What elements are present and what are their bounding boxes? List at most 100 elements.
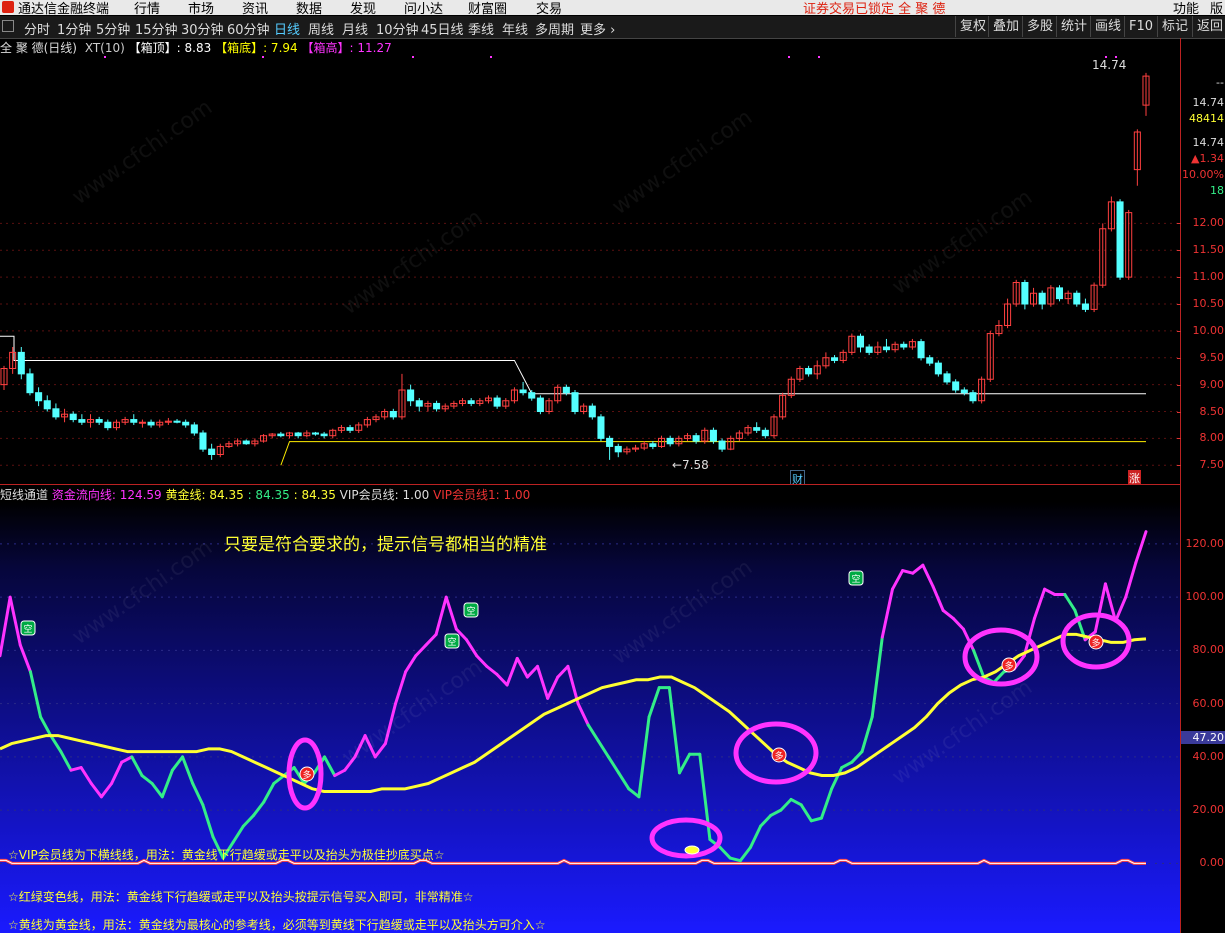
buy-signal-text: 多 <box>1091 637 1100 649</box>
candle-body <box>26 373 34 394</box>
box-high-value: : 11.27 <box>349 41 392 55</box>
candle-body <box>1021 282 1029 305</box>
indicator-axis-tick: 80.00 <box>1192 643 1225 657</box>
price-axis-tick: 8.50 <box>1199 404 1225 418</box>
period-more[interactable]: 更多 › <box>580 19 615 38</box>
candle-body <box>666 437 674 445</box>
mark-button[interactable]: 标记 <box>1157 16 1192 37</box>
price-axis-tick: 8.00 <box>1199 431 1225 445</box>
candle-body <box>952 381 960 391</box>
menu-item-shichang[interactable]: 市场 <box>188 0 214 15</box>
menu-item-shuju[interactable]: 数据 <box>296 0 322 15</box>
candle-body <box>182 421 190 426</box>
app-name: 通达信金融终端 <box>18 2 110 15</box>
candle-body <box>242 440 250 445</box>
period-5min[interactable]: 5分钟 <box>96 19 130 38</box>
menu-item-jiaoyi[interactable]: 交易 <box>536 0 562 15</box>
stock-name: 全 聚 德(日线) <box>0 41 77 55</box>
indicator-axis-tick: 120.00 <box>1185 536 1225 550</box>
indicator-axis-tick: 0.00 <box>1199 856 1225 870</box>
period-45day[interactable]: 45日线 <box>421 19 464 38</box>
statistics-button[interactable]: 统计 <box>1056 16 1091 37</box>
quote-info-value: 10.00% <box>1182 168 1224 181</box>
period-30min[interactable]: 30分钟 <box>181 19 224 38</box>
candle-body <box>130 419 138 423</box>
price-chart-canvas[interactable] <box>0 38 1180 484</box>
current-value-marker: 47.20 <box>1181 730 1225 744</box>
f10-button[interactable]: F10 <box>1124 16 1157 37</box>
draw-line-button[interactable]: 画线 <box>1090 16 1125 37</box>
signal-dot <box>788 56 790 58</box>
period-yearly[interactable]: 年线 <box>502 19 528 38</box>
candle-body <box>614 445 622 453</box>
period-monthly[interactable]: 月线 <box>342 19 368 38</box>
price-axis-tick: 10.00 <box>1192 323 1225 337</box>
candle-body <box>407 389 415 402</box>
box-top-label: 【箱顶】 <box>128 41 177 55</box>
menu-item-gongneng[interactable]: 功能 <box>1173 0 1199 15</box>
candle-body <box>1073 292 1081 305</box>
candle-body <box>104 421 112 429</box>
usage-note-gold-line: ☆黄线为黄金线，用法：黄金线为最核心的参考线，必须等到黄线下行趋缓或走平以及抬头… <box>8 918 546 932</box>
candle-body <box>761 429 769 437</box>
price-axis-tick: 7.50 <box>1199 458 1225 472</box>
candle-body <box>467 400 475 404</box>
candle-body <box>1055 287 1064 300</box>
price-chart[interactable]: 全 聚 德(日线) XT(10) 【箱顶】: 8.83 【箱底】: 7.94 【… <box>0 38 1180 488</box>
candle-body <box>1081 303 1089 310</box>
candle-body <box>969 392 977 402</box>
green-value-label: : 84.35 <box>247 488 290 502</box>
period-daily[interactable]: 日线 <box>274 19 300 38</box>
overlay-button[interactable]: 叠加 <box>988 16 1023 37</box>
period-quarterly[interactable]: 季线 <box>468 19 494 38</box>
indicator-name[interactable]: XT(10) <box>85 41 125 55</box>
sell-signal-text: 空 <box>447 636 456 648</box>
menu-item-caifuquan[interactable]: 财富圈 <box>468 0 507 15</box>
price-axis-tickmark <box>1177 384 1181 386</box>
period-15min[interactable]: 15分钟 <box>135 19 178 38</box>
menu-item-ban[interactable]: 版 <box>1210 0 1223 15</box>
candle-body <box>917 341 925 359</box>
box-bottom-label: 【箱底】 <box>215 41 264 55</box>
box-top-line <box>0 335 1146 395</box>
candle-body <box>900 343 908 348</box>
candle-body <box>926 357 934 364</box>
candle-body <box>320 433 328 437</box>
multi-stock-button[interactable]: 多股 <box>1022 16 1057 37</box>
candle-body <box>138 421 146 424</box>
menu-item-hangqing[interactable]: 行情 <box>134 0 160 15</box>
candle-body <box>78 419 86 423</box>
period-toolbar: 分时 1分钟 5分钟 15分钟 30分钟 60分钟 日线 周线 月线 10分钟 … <box>0 16 1225 39</box>
quote-info-value: 18 <box>1210 184 1224 197</box>
panel-toggle-icon[interactable] <box>2 20 14 32</box>
quote-info-value: ▲1.34 <box>1191 152 1224 165</box>
restore-rights-button[interactable]: 复权 <box>955 16 990 37</box>
period-1min[interactable]: 1分钟 <box>57 19 91 38</box>
back-button[interactable]: 返回 <box>1192 16 1225 37</box>
box-bottom-line <box>280 441 1146 466</box>
candle-body <box>960 389 968 394</box>
menu-item-wenxiaoda[interactable]: 问小达 <box>404 0 443 15</box>
indicator-axis: 120.00 100.00 80.00 60.00 40.00 20.00 0.00 47.2… <box>1180 484 1225 933</box>
price-axis-tickmark <box>1177 304 1181 305</box>
period-weekly[interactable]: 周线 <box>308 19 334 38</box>
menu-item-zixun[interactable]: 资讯 <box>242 0 268 15</box>
indicator-panel-name[interactable]: 短线通道 <box>0 488 48 502</box>
menu-item-faxian[interactable]: 发现 <box>350 0 376 15</box>
candle-body <box>562 386 570 394</box>
low-marker: ←7.58 <box>672 458 709 472</box>
candle-body <box>346 427 354 431</box>
quote-info-value: 14.74 <box>1192 96 1225 109</box>
yellow-value-label: : 84.35 <box>293 488 336 502</box>
period-10min[interactable]: 10分钟 <box>376 19 419 38</box>
period-fenshi[interactable]: 分时 <box>24 19 50 38</box>
indicator-annotation: 只要是符合要求的，提示信号都相当的精准 <box>224 535 547 555</box>
candle-body <box>718 440 726 450</box>
price-axis-tick: 11.00 <box>1192 270 1225 284</box>
period-60min[interactable]: 60分钟 <box>227 19 270 38</box>
period-multi[interactable]: 多周期 <box>535 19 574 38</box>
candle-body <box>856 335 865 348</box>
candle-body <box>294 432 302 437</box>
candle-body <box>1038 292 1046 305</box>
sell-signal-text: 空 <box>466 605 475 617</box>
